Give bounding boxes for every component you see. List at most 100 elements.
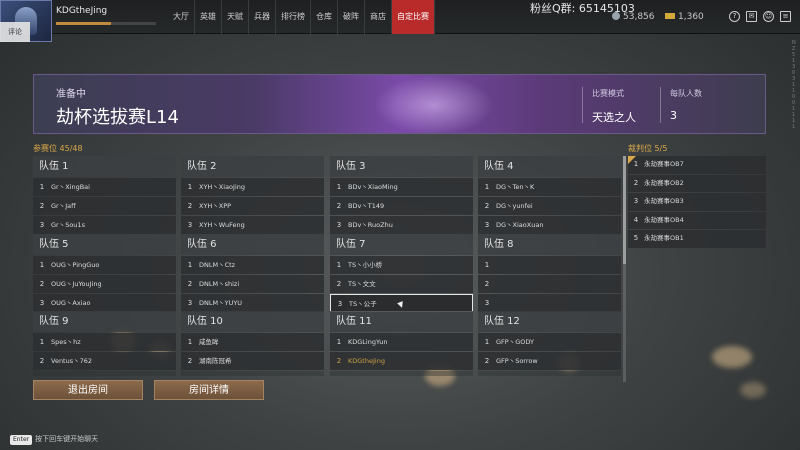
team-slot[interactable]: 1 GFP丶GODY: [478, 333, 621, 351]
referee-slot[interactable]: 5 永劫赛事OB1: [628, 230, 766, 248]
slot-number: 2: [39, 280, 45, 288]
nav-leaderboard[interactable]: 排行榜: [276, 0, 311, 34]
slot-number: 3: [337, 300, 343, 308]
team-slot[interactable]: 3 OUG丶Axiao: [33, 294, 176, 312]
team-slot[interactable]: 2 OUG丶JuYouJing: [33, 275, 176, 293]
team-card: 队伍 9 1 Spes丶hz 2 Ventus丶762 3Spes丶...: [33, 311, 176, 376]
team-card: 队伍 5 1 OUG丶PingGuo 2 OUG丶JuYouJing 3 OUG丶Axiao: [33, 234, 176, 312]
player-name: 湖南陈冠希: [199, 357, 232, 365]
team-slot[interactable]: 3 Gr丶Sou1s: [33, 216, 176, 234]
team-slot[interactable]: 3GFP丶...: [478, 371, 621, 376]
player-name: 咸鱼眸: [199, 338, 219, 346]
match-status: 准备中: [56, 89, 86, 100]
team-slot[interactable]: 2 Gr丶Jaff: [33, 197, 176, 215]
team-slot[interactable]: 2 DNLM丶shizi: [181, 275, 324, 293]
referee-slot[interactable]: 3 永劫赛事OB3: [628, 193, 766, 211]
team-name: 队伍 11: [330, 311, 473, 332]
nav-custom-match[interactable]: 自定比赛: [392, 0, 435, 34]
nav-heroes[interactable]: 英雄: [195, 0, 222, 34]
nav-lobby[interactable]: 大厅: [168, 0, 195, 34]
team-slot[interactable]: 2 Ventus丶762: [33, 352, 176, 370]
player-name: Gr丶XingBai: [51, 183, 90, 191]
friends-icon[interactable]: ☺: [763, 11, 774, 22]
help-icon[interactable]: ?: [729, 11, 740, 22]
team-grid: 队伍 1 1 Gr丶XingBai 2 Gr丶Jaff 3 Gr丶Sou1s 队伍 2 1 XYH…: [33, 156, 625, 376]
slot-number: 1: [187, 261, 193, 269]
team-slot[interactable]: 3Spes丶...: [33, 371, 176, 376]
menu-icon[interactable]: ≡: [780, 11, 791, 22]
team-slot[interactable]: 1 Spes丶hz: [33, 333, 176, 351]
team-slot[interactable]: 1 OUG丶PingGuo: [33, 256, 176, 274]
team-slot[interactable]: 2 TS丶文文: [330, 275, 473, 293]
team-name: 队伍 1: [33, 156, 176, 177]
team-card: 队伍 2 1 XYH丶XiaoJing 2 XYH丶XPP 3 XYH丶WuFeng: [181, 156, 324, 234]
player-name: OUG丶PingGuo: [51, 261, 100, 269]
referee-name: 永劫赛事OB3: [644, 197, 684, 205]
team-slot[interactable]: 3 XYH丶WuFeng: [181, 216, 324, 234]
main-nav: 大厅 英雄 天赋 兵器 排行榜 仓库 破阵 商店 自定比赛: [168, 0, 435, 34]
comment-badge[interactable]: 评论: [0, 22, 30, 42]
divider: [660, 87, 661, 123]
referee-slot[interactable]: 2 永劫赛事OB2: [628, 174, 766, 192]
slot-number: 2: [336, 280, 342, 288]
slot-number: 4: [633, 215, 639, 224]
nav-talents[interactable]: 天赋: [222, 0, 249, 34]
team-slot[interactable]: 2 BDv丶T149: [330, 197, 473, 215]
team-slot[interactable]: 1 Gr丶XingBai: [33, 178, 176, 196]
team-card: 队伍 12 1 GFP丶GODY 2 GFP丶Sorrow 3GFP丶...: [478, 311, 621, 376]
exit-room-button[interactable]: 退出房间: [33, 380, 143, 400]
slot-number: 1: [336, 338, 342, 346]
slot-number: 1: [336, 261, 342, 269]
team-card: 队伍 11 1 KDGLingYun 2 KDGtheJing 3KDGNi...: [330, 311, 473, 376]
participants-count: 参赛位 45/48: [33, 144, 83, 153]
nav-storage[interactable]: 仓库: [311, 0, 338, 34]
team-slot[interactable]: 1 咸鱼眸: [181, 333, 324, 351]
team-slot[interactable]: 2 XYH丶XPP: [181, 197, 324, 215]
player-name: TS丶公子: [349, 300, 377, 308]
silver-currency: 53,856: [612, 12, 655, 22]
team-slot[interactable]: 3KDGNi...: [330, 371, 473, 376]
team-slot[interactable]: 2 KDGtheJing: [330, 352, 473, 370]
player-name: Gr丶Jaff: [51, 202, 76, 210]
player-name: [496, 275, 621, 293]
team-slot[interactable]: 3Cy...: [181, 371, 324, 376]
slot-number: 1: [39, 338, 45, 346]
player-name: DG丶Ten丶K: [496, 183, 535, 191]
team-slot[interactable]: 1: [478, 256, 621, 274]
team-slot[interactable]: 2 DG丶yunfei: [478, 197, 621, 215]
slot-number: 1: [484, 261, 490, 269]
nav-shop[interactable]: 商店: [365, 0, 392, 34]
team-slot[interactable]: 1 TS丶小小桥: [330, 256, 473, 274]
player-name: BDv丶XiaoMing: [348, 183, 398, 191]
player-name: Ventus丶762: [51, 357, 93, 365]
nav-formation[interactable]: 破阵: [338, 0, 365, 34]
team-slot[interactable]: 1 KDGLingYun: [330, 333, 473, 351]
referee-slot[interactable]: 4 永劫赛事OB4: [628, 211, 766, 229]
team-slot[interactable]: 3 DG丶XiaoXuan: [478, 216, 621, 234]
referee-panel: 1 永劫赛事OB7 2 永劫赛事OB2 3 永劫赛事OB3 4 永劫赛事OB4 5 永劫赛事OB1: [628, 156, 766, 248]
team-slot[interactable]: 1 DG丶Ten丶K: [478, 178, 621, 196]
side-id-text: NZ5130311001111: [792, 40, 796, 130]
team-slot[interactable]: 2: [478, 275, 621, 293]
player-name: KDGtheJing: [56, 6, 108, 16]
team-slot[interactable]: 3: [478, 294, 621, 312]
team-slot[interactable]: 1 XYH丶XiaoJing: [181, 178, 324, 196]
slot-number: 3: [633, 197, 639, 205]
team-card: 队伍 1 1 Gr丶XingBai 2 Gr丶Jaff 3 Gr丶Sou1s: [33, 156, 176, 234]
team-slot[interactable]: 1 DNLM丶Ctz: [181, 256, 324, 274]
team-list-scrollbar[interactable]: [623, 156, 626, 382]
scroll-thumb[interactable]: [623, 156, 626, 264]
team-slot[interactable]: 3 DNLM丶YUYU: [181, 294, 324, 312]
referee-slot[interactable]: 1 永劫赛事OB7: [628, 156, 766, 174]
room-details-button[interactable]: 房间详情: [154, 380, 264, 400]
mail-icon[interactable]: ✉: [746, 11, 757, 22]
team-slot[interactable]: 1 BDv丶XiaoMing: [330, 178, 473, 196]
slot-number: 3: [330, 371, 348, 376]
top-bar: 评论 KDGtheJing 大厅 英雄 天赋 兵器 排行榜 仓库 破阵 商店 自…: [0, 0, 800, 42]
team-slot[interactable]: 2 GFP丶Sorrow: [478, 352, 621, 370]
team-slot[interactable]: 3 BDv丶RuoZhu: [330, 216, 473, 234]
nav-weapons[interactable]: 兵器: [249, 0, 276, 34]
team-name: 队伍 10: [181, 311, 324, 332]
chat-hint[interactable]: Enter 按下回车键开始聊天: [10, 434, 98, 445]
team-slot[interactable]: 2 湖南陈冠希: [181, 352, 324, 370]
